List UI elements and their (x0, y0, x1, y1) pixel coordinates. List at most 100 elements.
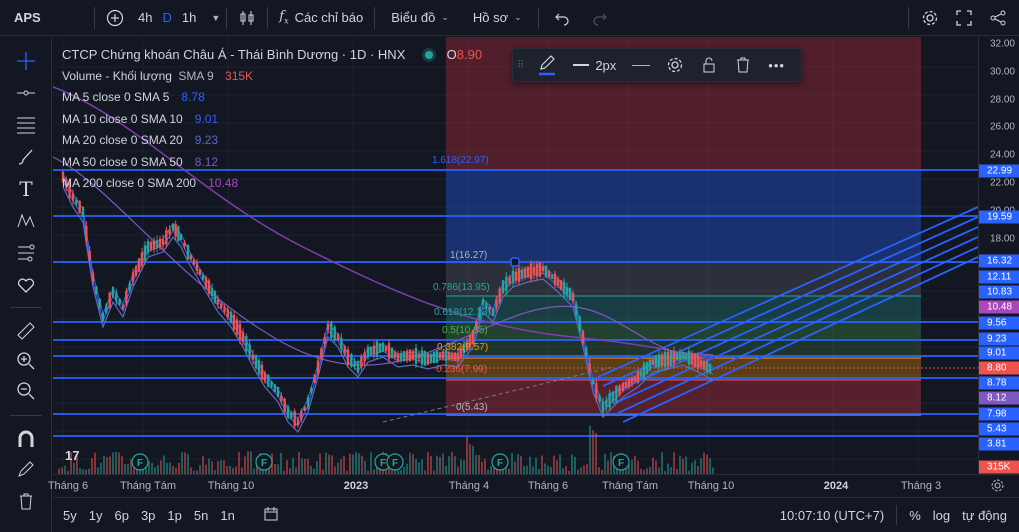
volume-legend[interactable]: Volume - Khối lượng SMA 9 315K (62, 66, 482, 88)
volume-bar (91, 458, 93, 474)
range-5y[interactable]: 5y (57, 508, 83, 523)
timeframe-1h[interactable]: 1h (175, 0, 203, 36)
volume-bar (106, 457, 108, 474)
ma-legend-row[interactable]: MA 10 close 0 SMA 10 9.01 (62, 109, 482, 131)
settings-button[interactable] (913, 0, 947, 36)
date-range-button[interactable] (257, 506, 285, 525)
candle-body (553, 274, 557, 285)
candle-body (529, 263, 533, 280)
candle-body (251, 354, 255, 360)
percent-toggle[interactable]: % (903, 508, 927, 523)
volume-bar (682, 458, 684, 474)
volume-bar (238, 451, 240, 474)
candle-body (363, 352, 366, 362)
candle-body (158, 238, 162, 248)
candle-body (559, 280, 563, 290)
candle-body (333, 326, 336, 341)
clock[interactable]: 10:07:10 (UTC+7) (774, 508, 890, 523)
volume-bar (217, 461, 219, 474)
range-1n[interactable]: 1n (214, 508, 240, 523)
volume-bar (244, 456, 246, 474)
time-tick: 2024 (823, 480, 849, 492)
share-button[interactable] (981, 0, 1019, 36)
timeframe-dropdown[interactable]: ▼ (203, 0, 222, 36)
volume-bar (121, 455, 123, 474)
pattern-tool[interactable] (14, 209, 38, 233)
candle-body (514, 271, 518, 281)
profile-menu-button[interactable]: Hồ sơ ⌄ (461, 0, 534, 36)
range-5n[interactable]: 5n (188, 508, 214, 523)
candle-body (183, 242, 186, 247)
candle-body (699, 360, 703, 367)
magnet-tool[interactable] (14, 427, 38, 451)
candle-body (630, 378, 634, 384)
volume-bar (472, 445, 474, 474)
fib-tool[interactable] (14, 113, 38, 137)
chart-menu-button[interactable]: Biểu đồ ⌄ (379, 0, 461, 36)
ruler-tool[interactable] (14, 319, 38, 343)
range-6p[interactable]: 6p (108, 508, 134, 523)
delete-drawings-tool[interactable] (14, 489, 38, 513)
volume-bar (100, 462, 102, 474)
time-tick: Tháng 6 (527, 480, 569, 492)
compare-button[interactable] (99, 0, 131, 36)
candle-body (660, 354, 664, 367)
candle-body (134, 266, 138, 276)
volume-bar (127, 464, 129, 474)
more-icon: ••• (768, 57, 785, 73)
price-axis[interactable]: 32.0030.0028.0026.0024.0022.0020.0018.00… (978, 37, 1019, 474)
profile-menu-label: Hồ sơ (472, 10, 509, 25)
price-label: 8.12 (979, 391, 1019, 405)
more-button[interactable]: ••• (760, 48, 793, 82)
drawing-settings-button[interactable] (658, 48, 692, 82)
range-1p[interactable]: 1p (161, 508, 187, 523)
ma-legend-row[interactable]: MA 20 close 0 SMA 20 9.23 (62, 130, 482, 152)
line-color-button[interactable] (529, 48, 565, 82)
lock-drawing-tool[interactable] (14, 457, 38, 481)
axis-settings-button[interactable] (990, 478, 1005, 498)
time-axis[interactable]: Tháng 6 Tháng Tám Tháng 10 2023 Tháng 4 Tháng… (48, 474, 1019, 497)
indicators-button[interactable]: fx Các chỉ báo (272, 0, 370, 36)
symbol-title[interactable]: CTCP Chứng khoán Châu Á - Thái Bình Dươn… (62, 47, 405, 62)
ma-legend-row[interactable]: MA 200 close 0 SMA 200 10.48 (62, 173, 482, 195)
candle-body (241, 332, 245, 342)
candle-body (420, 350, 424, 365)
log-toggle[interactable]: log (927, 508, 956, 523)
candle-body (532, 267, 536, 275)
volume-bar (418, 462, 420, 474)
timeframe-d[interactable]: D (159, 0, 174, 36)
crosshair-tool[interactable] (14, 49, 38, 73)
line-width-button[interactable]: 2px (565, 48, 624, 82)
range-1y[interactable]: 1y (83, 508, 109, 523)
undo-button[interactable] (543, 0, 581, 36)
prediction-tool[interactable] (14, 241, 38, 265)
zoom-in-icon (17, 352, 35, 370)
time-tick: Tháng 3 (900, 480, 942, 492)
lock-button[interactable] (692, 48, 726, 82)
zoom-out-tool[interactable] (14, 379, 38, 403)
volume-bar (604, 453, 606, 474)
auto-scale-toggle[interactable]: tự động (956, 508, 1019, 523)
ma-legend-row[interactable]: MA 50 close 0 SMA 50 8.12 (62, 152, 482, 174)
candle-body (210, 287, 214, 297)
line-style-button[interactable] (624, 48, 658, 82)
candle-body (681, 352, 685, 358)
fullscreen-button[interactable] (947, 0, 981, 36)
candle-body (179, 233, 183, 241)
brush-tool[interactable] (14, 145, 38, 169)
symbol-search[interactable]: APS (0, 0, 90, 36)
zoom-tool[interactable] (14, 349, 38, 373)
shapes-tool[interactable] (14, 273, 38, 297)
text-tool[interactable]: T (14, 177, 38, 201)
drag-handle[interactable]: ⠿ (513, 48, 529, 82)
range-3p[interactable]: 3p (135, 508, 161, 523)
delete-drawing-button[interactable] (726, 48, 760, 82)
redo-button[interactable] (581, 0, 619, 36)
candle-body (111, 287, 115, 297)
chart-type-button[interactable] (231, 0, 263, 36)
timeframe-4h[interactable]: 4h (131, 0, 159, 36)
trend-line-tool[interactable] (14, 81, 38, 105)
divider (10, 415, 42, 416)
candle-body (340, 338, 343, 350)
ma-legend-row[interactable]: MA 5 close 0 SMA 5 8.78 (62, 87, 482, 109)
